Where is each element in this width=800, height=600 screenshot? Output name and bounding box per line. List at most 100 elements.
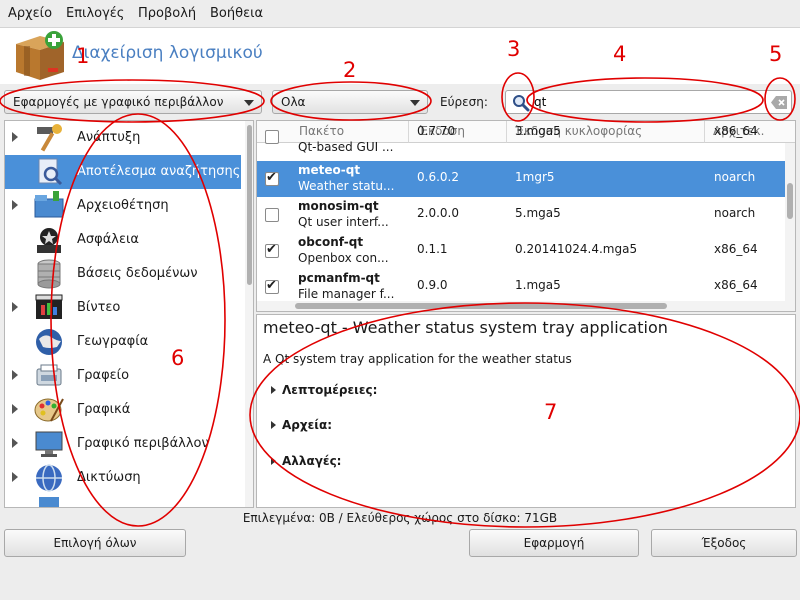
category-scrollbar[interactable] xyxy=(245,121,253,507)
type-filter-dropdown[interactable]: Εφαρμογές με γραφικό περιβάλλον xyxy=(4,90,262,114)
package-arch: noarch xyxy=(714,206,756,220)
select-all-button[interactable]: Επιλογή όλων xyxy=(4,529,186,557)
menubar: Αρχείο Επιλογές Προβολή Βοήθεια xyxy=(0,0,800,28)
category-label: Γραφικό περιβάλλον xyxy=(77,436,209,451)
package-horizontal-scrollbar[interactable] xyxy=(257,301,795,311)
package-arch: x86_64 xyxy=(714,125,758,138)
package-checkbox[interactable]: ✔ xyxy=(265,242,279,258)
package-version: 0.6.0.2 xyxy=(417,170,459,184)
table-row[interactable]: ✔ pcmanfm-qt File manager f... 0.9.0 1.m… xyxy=(257,269,785,305)
package-box-icon xyxy=(16,31,64,80)
package-version: 0.1.1 xyxy=(417,242,448,256)
package-summary: Weather statu... xyxy=(298,179,395,193)
office-icon xyxy=(36,364,62,386)
expander-icon[interactable] xyxy=(12,370,18,380)
changes-section[interactable]: Αλλαγές: xyxy=(271,454,341,468)
category-item-development[interactable]: Ανάπτυξη xyxy=(5,121,241,155)
menu-file[interactable]: Αρχείο xyxy=(8,6,52,21)
package-checkbox[interactable]: ✔ xyxy=(265,170,279,186)
package-release: 1mgr5 xyxy=(515,170,555,184)
annotation-number: 3 xyxy=(507,37,521,61)
section-label: Αρχεία: xyxy=(282,418,333,432)
expander-icon[interactable] xyxy=(12,438,18,448)
checkmark-icon: ✔ xyxy=(266,242,277,257)
expander-icon[interactable] xyxy=(12,132,18,142)
category-label: Ασφάλεια xyxy=(77,232,139,247)
category-item-graphics[interactable]: Γραφικά xyxy=(5,393,241,427)
package-table: Πακέτο Έκδοση Έκδοση κυκλοφορίας Αρχιτεκ… xyxy=(256,120,796,312)
category-list: Ανάπτυξη Αποτέλεσμα αναζήτησης Αρχειοθέτ… xyxy=(4,120,254,508)
category-item-search-results[interactable]: Αποτέλεσμα αναζήτησης xyxy=(5,155,241,189)
package-checkbox[interactable] xyxy=(265,130,279,144)
exit-button[interactable]: Έξοδος xyxy=(651,529,797,557)
description-text: A Qt system tray application for the wea… xyxy=(263,352,572,366)
package-summary: File manager f... xyxy=(298,287,395,301)
package-checkbox[interactable] xyxy=(265,208,279,222)
scrollbar-thumb[interactable] xyxy=(295,303,667,309)
category-item-archiving[interactable]: Αρχειοθέτηση xyxy=(5,189,241,223)
category-item-video[interactable]: Βίντεο xyxy=(5,291,241,325)
category-label: Αποτέλεσμα αναζήτησης xyxy=(77,164,241,179)
checkmark-icon: ✔ xyxy=(266,278,277,293)
annotation-number: 7 xyxy=(544,400,558,424)
expander-icon xyxy=(271,386,276,394)
database-icon xyxy=(37,259,61,289)
package-version: 0.9.0 xyxy=(417,278,448,292)
files-section[interactable]: Αρχεία: xyxy=(271,418,332,432)
package-summary: Qt-based GUI ... xyxy=(298,140,394,154)
annotation-number: 1 xyxy=(76,44,90,68)
partial-category-icon xyxy=(39,497,59,507)
package-name: meteo-qt xyxy=(298,163,361,177)
chevron-down-icon xyxy=(244,100,254,106)
menu-view[interactable]: Προβολή xyxy=(138,6,196,21)
menu-options[interactable]: Επιλογές xyxy=(66,6,124,21)
category-label: Γεωγραφία xyxy=(77,334,149,349)
expander-icon[interactable] xyxy=(12,302,18,312)
package-checkbox[interactable]: ✔ xyxy=(265,278,279,294)
category-label: Γραφικά xyxy=(77,402,131,417)
table-row[interactable]: monosim-qt Qt user interf... 2.0.0.0 5.m… xyxy=(257,197,785,233)
desktop-icon xyxy=(35,431,63,457)
package-vertical-scrollbar[interactable] xyxy=(785,143,795,301)
category-item-desktop[interactable]: Γραφικό περιβάλλον xyxy=(5,427,241,461)
search-input[interactable] xyxy=(534,93,764,111)
category-item-office[interactable]: Γραφείο xyxy=(5,359,241,393)
geography-icon xyxy=(36,329,62,355)
details-section[interactable]: Λεπτομέρειες: xyxy=(271,383,377,397)
expander-icon[interactable] xyxy=(12,200,18,210)
annotation-number: 2 xyxy=(343,58,357,82)
package-release: 1.mga5 xyxy=(515,278,561,292)
category-item-networking[interactable]: Δικτύωση xyxy=(5,461,241,495)
type-filter-value: Εφαρμογές με γραφικό περιβάλλον xyxy=(13,95,224,109)
app-title: Διαχείριση λογισμικού xyxy=(72,43,263,63)
status-filter-dropdown[interactable]: Ολα xyxy=(272,90,428,114)
clear-icon[interactable] xyxy=(771,96,787,109)
chevron-down-icon xyxy=(410,100,420,106)
category-item-partial xyxy=(5,495,241,507)
package-release: 5.mga5 xyxy=(515,206,561,220)
apply-button[interactable]: Εφαρμογή xyxy=(469,529,639,557)
menu-help[interactable]: Βοήθεια xyxy=(210,6,263,21)
archive-icon xyxy=(34,191,64,218)
category-label: Γραφείο xyxy=(77,368,130,383)
category-item-security[interactable]: Ασφάλεια xyxy=(5,223,241,257)
category-item-geography[interactable]: Γεωγραφία xyxy=(5,325,241,359)
package-name: pcmanfm-qt xyxy=(298,271,380,285)
table-row[interactable]: Qt-based GUI ... 0.7.70 3.mga5 x86_64 xyxy=(257,125,785,155)
package-arch: x86_64 xyxy=(714,242,758,256)
expander-icon[interactable] xyxy=(12,404,18,414)
table-row[interactable]: ✔ meteo-qt Weather statu... 0.6.0.2 1mgr… xyxy=(257,161,785,197)
package-name: monosim-qt xyxy=(298,199,379,213)
network-icon xyxy=(36,464,62,492)
search-box xyxy=(505,90,792,114)
search-label: Εύρεση: xyxy=(440,95,488,109)
magnifier-icon[interactable] xyxy=(512,94,530,112)
category-label: Βάσεις δεδομένων xyxy=(77,266,198,281)
scrollbar-thumb[interactable] xyxy=(787,183,793,219)
scrollbar-thumb[interactable] xyxy=(247,125,252,285)
annotation-number: 6 xyxy=(171,346,185,370)
category-item-databases[interactable]: Βάσεις δεδομένων xyxy=(5,257,241,291)
section-label: Λεπτομέρειες: xyxy=(282,383,378,397)
expander-icon[interactable] xyxy=(12,472,18,482)
table-row[interactable]: ✔ obconf-qt Openbox con... 0.1.1 0.20141… xyxy=(257,233,785,269)
